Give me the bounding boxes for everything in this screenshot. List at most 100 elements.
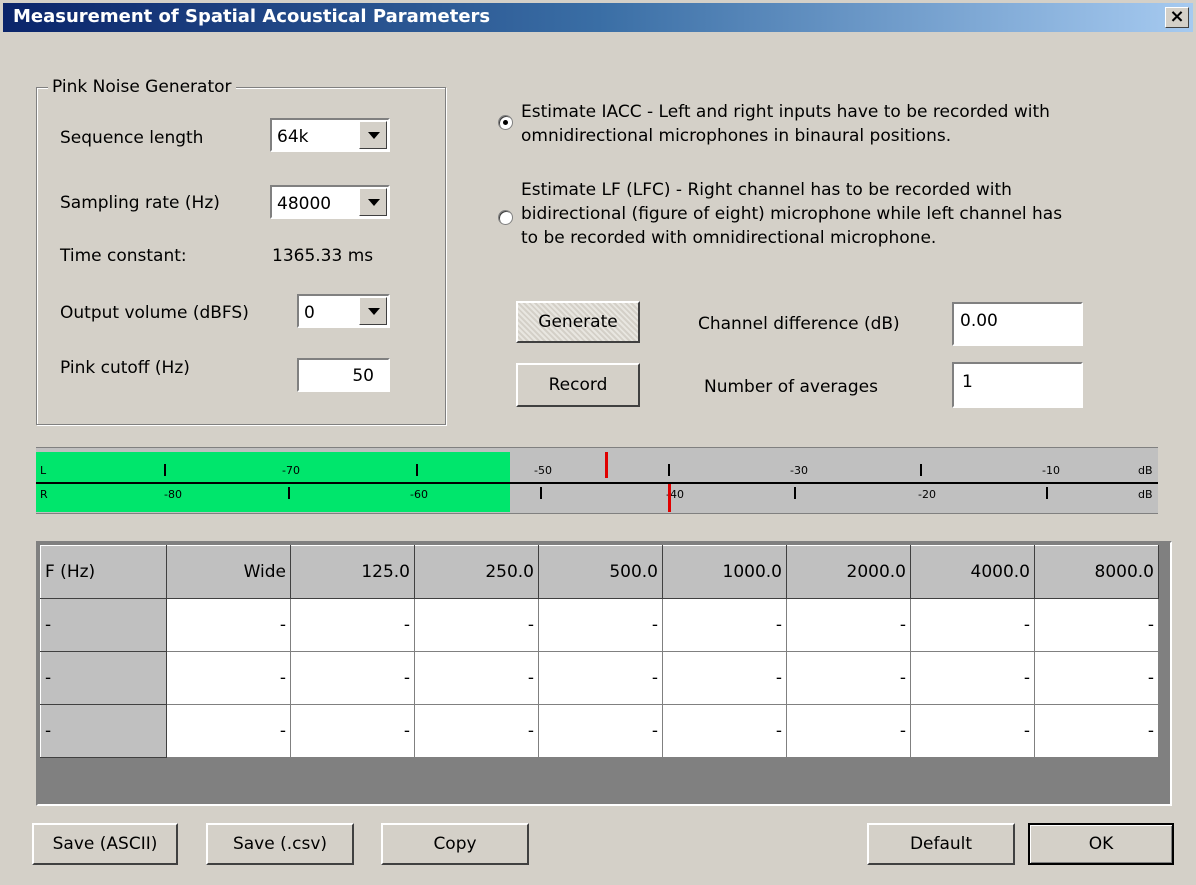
number-of-averages-input[interactable]: 1 <box>952 362 1083 408</box>
row-header[interactable]: - <box>40 651 167 705</box>
table-header-row: F (Hz) Wide 125.0 250.0 500.0 1000.0 200… <box>40 545 1159 599</box>
table-cell[interactable]: - <box>166 704 291 758</box>
number-of-averages-label: Number of averages <box>704 377 878 397</box>
lf-line: Estimate LF (LFC) - Right channel has to… <box>521 180 1012 200</box>
number-of-averages-value: 1 <box>962 372 973 392</box>
default-button[interactable]: Default <box>867 823 1015 865</box>
table-cell[interactable]: - <box>1034 651 1159 705</box>
level-meter: L R -70 -50 -30 -10 dB -80 -60 -40 -20 d… <box>36 447 1158 514</box>
iacc-description[interactable]: Estimate IACC - Left and right inputs ha… <box>521 100 1050 148</box>
lf-line: to be recorded with omnidirectional micr… <box>521 228 937 248</box>
sequence-length-label: Sequence length <box>60 128 204 148</box>
column-header[interactable]: 4000.0 <box>910 545 1035 599</box>
meter-scale-right: -80 <box>164 488 182 501</box>
meter-scale-left: -70 <box>282 464 300 477</box>
table-cell[interactable]: - <box>414 704 539 758</box>
results-table: F (Hz) Wide 125.0 250.0 500.0 1000.0 200… <box>40 545 1159 758</box>
table-cell[interactable]: - <box>662 704 787 758</box>
save-csv-button[interactable]: Save (.csv) <box>206 823 354 865</box>
table-cell[interactable]: - <box>414 598 539 652</box>
save-ascii-button[interactable]: Save (ASCII) <box>32 823 178 865</box>
table-cell[interactable]: - <box>1034 598 1159 652</box>
sequence-length-value: 64k <box>277 127 309 147</box>
generate-button[interactable]: Generate <box>516 301 640 343</box>
table-cell[interactable]: - <box>786 651 911 705</box>
meter-tick <box>794 487 796 499</box>
column-header[interactable]: 250.0 <box>414 545 539 599</box>
table-cell[interactable]: - <box>910 704 1035 758</box>
meter-tick <box>668 464 670 476</box>
lf-radio[interactable] <box>498 210 513 225</box>
meter-scale-right: -60 <box>410 488 428 501</box>
output-volume-value: 0 <box>304 303 315 323</box>
table-cell[interactable]: - <box>414 651 539 705</box>
left-level-bar <box>36 452 510 482</box>
sampling-rate-value: 48000 <box>277 194 332 214</box>
table-cell[interactable]: - <box>166 651 291 705</box>
copy-button[interactable]: Copy <box>381 823 529 865</box>
lf-description[interactable]: Estimate LF (LFC) - Right channel has to… <box>521 178 1062 250</box>
table-cell[interactable]: - <box>290 598 415 652</box>
output-volume-label: Output volume (dBFS) <box>60 303 249 323</box>
dialog-window: Measurement of Spatial Acoustical Parame… <box>0 0 1196 885</box>
column-header[interactable]: Wide <box>166 545 291 599</box>
table-cell[interactable]: - <box>662 651 787 705</box>
table-cell[interactable]: - <box>662 598 787 652</box>
meter-divider <box>36 482 1158 484</box>
pink-cutoff-input[interactable]: 50 <box>297 358 390 392</box>
sampling-rate-select[interactable]: 48000 <box>270 185 390 219</box>
column-header[interactable]: 2000.0 <box>786 545 911 599</box>
pink-noise-group-title: Pink Noise Generator <box>48 77 236 97</box>
channel-difference-value: 0.00 <box>960 311 998 331</box>
column-header[interactable]: F (Hz) <box>40 545 167 599</box>
right-level-bar <box>36 484 510 512</box>
table-cell[interactable]: - <box>910 598 1035 652</box>
column-header[interactable]: 8000.0 <box>1034 545 1159 599</box>
sequence-length-select[interactable]: 64k <box>270 118 390 152</box>
meter-tick <box>164 464 166 476</box>
meter-scale-left: -50 <box>534 464 552 477</box>
left-peak-marker <box>605 452 608 478</box>
table-cell[interactable]: - <box>538 598 663 652</box>
column-header[interactable]: 500.0 <box>538 545 663 599</box>
results-grid[interactable]: F (Hz) Wide 125.0 250.0 500.0 1000.0 200… <box>36 541 1172 806</box>
time-constant-label: Time constant: <box>60 246 187 266</box>
table-cell[interactable]: - <box>538 704 663 758</box>
column-header[interactable]: 1000.0 <box>662 545 787 599</box>
chevron-down-icon[interactable] <box>359 297 387 325</box>
title-bar: Measurement of Spatial Acoustical Parame… <box>3 3 1193 32</box>
table-cell[interactable]: - <box>786 704 911 758</box>
meter-tick <box>1046 487 1048 499</box>
time-constant-value: 1365.33 ms <box>272 246 374 266</box>
chevron-down-icon[interactable] <box>359 121 387 149</box>
pink-cutoff-label: Pink cutoff (Hz) <box>60 358 190 378</box>
iacc-radio[interactable] <box>498 115 513 130</box>
row-header[interactable]: - <box>40 598 167 652</box>
table-row: - - - - - - - - - <box>40 598 1159 652</box>
record-button[interactable]: Record <box>516 363 640 407</box>
channel-difference-input[interactable]: 0.00 <box>952 302 1083 346</box>
meter-tick <box>540 487 542 499</box>
sampling-rate-label: Sampling rate (Hz) <box>60 193 220 213</box>
table-cell[interactable]: - <box>166 598 291 652</box>
right-channel-label: R <box>40 488 48 501</box>
table-cell[interactable]: - <box>1034 704 1159 758</box>
meter-scale-left: -10 <box>1042 464 1060 477</box>
chevron-down-icon[interactable] <box>359 188 387 216</box>
ok-button[interactable]: OK <box>1028 823 1174 865</box>
column-header[interactable]: 125.0 <box>290 545 415 599</box>
table-cell[interactable]: - <box>538 651 663 705</box>
meter-scale-left: -30 <box>790 464 808 477</box>
table-row: - - - - - - - - - <box>40 704 1159 758</box>
meter-scale-right: -20 <box>918 488 936 501</box>
table-cell[interactable]: - <box>290 704 415 758</box>
meter-unit-right: dB <box>1138 488 1153 501</box>
lf-line: bidirectional (figure of eight) micropho… <box>521 204 1063 224</box>
table-cell[interactable]: - <box>786 598 911 652</box>
meter-tick <box>416 464 418 476</box>
close-button[interactable]: × <box>1165 7 1189 28</box>
row-header[interactable]: - <box>40 704 167 758</box>
table-cell[interactable]: - <box>910 651 1035 705</box>
table-cell[interactable]: - <box>290 651 415 705</box>
output-volume-select[interactable]: 0 <box>297 294 390 328</box>
